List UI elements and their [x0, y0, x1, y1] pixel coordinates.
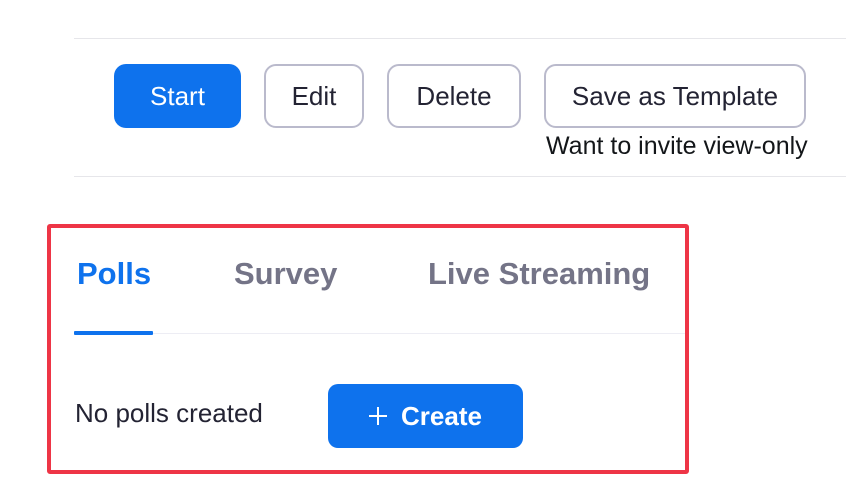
top-divider: [74, 38, 846, 39]
tab-live-streaming[interactable]: Live Streaming: [428, 256, 650, 292]
tab-bar-baseline: [74, 333, 685, 334]
tab-survey[interactable]: Survey: [234, 256, 337, 292]
edit-button[interactable]: Edit: [264, 64, 364, 128]
no-polls-message: No polls created: [75, 398, 263, 428]
save-as-template-button[interactable]: Save as Template: [544, 64, 806, 128]
meeting-details-page: Start Edit Delete Save as Template Want …: [0, 0, 846, 492]
create-poll-label: Create: [401, 400, 482, 431]
active-tab-indicator: [74, 331, 153, 335]
tab-polls[interactable]: Polls: [77, 256, 151, 292]
create-poll-button[interactable]: Create: [328, 384, 523, 448]
delete-button[interactable]: Delete: [387, 64, 521, 128]
plus-icon: [369, 407, 388, 425]
start-button[interactable]: Start: [114, 64, 241, 128]
view-only-invite-note: Want to invite view-only: [546, 132, 808, 160]
section-divider: [74, 176, 846, 177]
